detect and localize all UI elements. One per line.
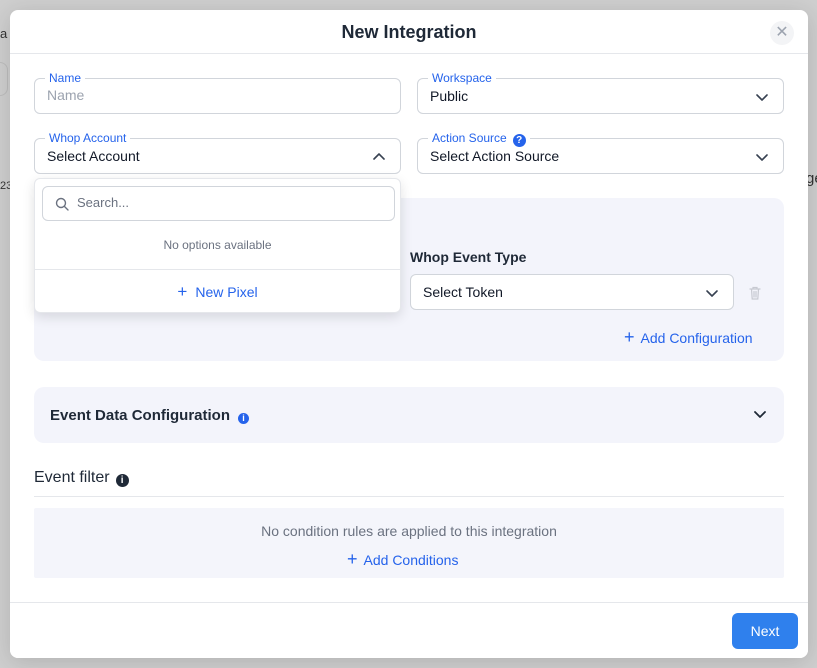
- add-configuration-label: Add Configuration: [640, 330, 753, 346]
- dropdown-search[interactable]: [42, 186, 395, 221]
- trash-icon[interactable]: [748, 285, 762, 301]
- action-source-select[interactable]: Action Source? Select Action Source: [417, 131, 784, 174]
- whop-event-type-value: Select Token: [423, 284, 503, 300]
- next-button[interactable]: Next: [732, 613, 798, 649]
- action-source-label-wrap: Action Source?: [428, 131, 530, 147]
- close-icon: ✕: [775, 24, 789, 41]
- event-filter-heading: Event filter i: [34, 469, 129, 487]
- event-filter-title: Event filter: [34, 469, 110, 486]
- chevron-down-icon: [756, 154, 768, 161]
- event-data-configuration-title: Event Data Configuration: [50, 407, 231, 424]
- chevron-down-icon: [756, 94, 768, 101]
- plus-icon: +: [177, 282, 188, 301]
- close-button[interactable]: ✕: [770, 21, 794, 45]
- whop-account-select[interactable]: Whop Account Select Account: [34, 131, 401, 174]
- plus-icon: +: [347, 549, 358, 569]
- modal-header: New Integration ✕: [10, 10, 808, 54]
- whop-account-dropdown: No options available + New Pixel: [34, 178, 401, 313]
- action-source-label: Action Source: [432, 131, 507, 145]
- workspace-select[interactable]: Workspace Public: [417, 71, 784, 114]
- event-data-configuration-title-wrap: Event Data Configuration i: [50, 407, 250, 424]
- new-integration-modal: New Integration ✕ Name Workspace Public …: [10, 10, 808, 658]
- name-input[interactable]: [47, 87, 339, 103]
- plus-icon: +: [624, 327, 635, 347]
- whop-account-value: Select Account: [47, 148, 140, 164]
- chevron-down-icon[interactable]: [753, 407, 767, 421]
- whop-account-label: Whop Account: [45, 131, 131, 145]
- no-conditions-text: No condition rules are applied to this i…: [261, 523, 557, 539]
- new-pixel-label: New Pixel: [195, 284, 258, 300]
- whop-event-type-label: Whop Event Type: [410, 249, 527, 265]
- info-icon[interactable]: i: [238, 413, 250, 424]
- divider: [34, 496, 784, 497]
- add-configuration-button[interactable]: + Add Configuration: [624, 327, 753, 348]
- action-source-value: Select Action Source: [430, 148, 560, 164]
- help-icon[interactable]: ?: [512, 134, 526, 147]
- modal-title: New Integration: [341, 22, 477, 42]
- dropdown-empty-text: No options available: [163, 238, 272, 252]
- name-field[interactable]: Name: [34, 71, 401, 114]
- info-icon[interactable]: i: [115, 474, 129, 487]
- modal-footer: Next: [10, 602, 808, 658]
- workspace-value: Public: [430, 88, 469, 104]
- chevron-down-icon: [706, 290, 718, 297]
- name-field-label: Name: [45, 71, 86, 85]
- search-icon: [55, 197, 69, 211]
- dropdown-search-input[interactable]: [77, 195, 377, 210]
- background-box: [0, 62, 8, 96]
- dropdown-divider: [35, 269, 400, 270]
- workspace-label: Workspace: [428, 71, 496, 85]
- chevron-up-icon: [373, 153, 385, 160]
- add-conditions-label: Add Conditions: [363, 552, 459, 568]
- whop-event-type-select[interactable]: Select Token: [410, 274, 734, 310]
- add-conditions-button[interactable]: + Add Conditions: [347, 549, 458, 570]
- new-pixel-button[interactable]: + New Pixel: [35, 282, 400, 302]
